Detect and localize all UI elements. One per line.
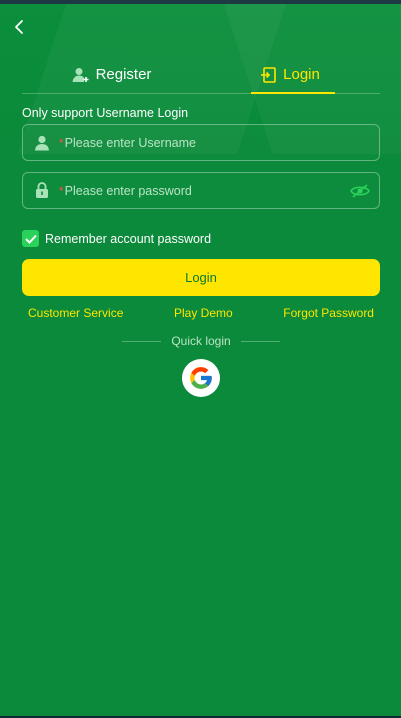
lock-icon bbox=[33, 182, 51, 200]
divider-line bbox=[122, 340, 162, 342]
tab-login-label: Login bbox=[283, 66, 320, 83]
remember-password[interactable]: Remember account password bbox=[22, 230, 211, 247]
google-login-button[interactable] bbox=[182, 359, 220, 397]
login-button[interactable]: Login bbox=[22, 259, 380, 296]
user-icon bbox=[33, 134, 51, 152]
login-hint: Only support Username Login bbox=[22, 106, 189, 120]
required-mark: * bbox=[59, 183, 64, 198]
user-add-icon bbox=[72, 67, 89, 82]
auth-tabs: Register Login bbox=[22, 56, 380, 94]
chevron-left-icon bbox=[15, 20, 23, 34]
quick-login-label: Quick login bbox=[171, 334, 231, 348]
quick-login-divider: Quick login bbox=[122, 334, 280, 348]
password-field[interactable]: * bbox=[22, 172, 380, 209]
checkmark-icon bbox=[24, 234, 37, 244]
google-icon bbox=[190, 367, 212, 389]
play-demo-link[interactable]: Play Demo bbox=[168, 306, 239, 320]
tab-login[interactable]: Login bbox=[201, 56, 380, 94]
required-mark: * bbox=[59, 135, 64, 150]
back-button[interactable] bbox=[8, 16, 30, 38]
remember-label: Remember account password bbox=[45, 231, 212, 246]
divider-line bbox=[240, 340, 280, 342]
customer-service-link[interactable]: Customer Service bbox=[22, 306, 129, 320]
hide-password-toggle[interactable] bbox=[349, 180, 371, 202]
eye-off-icon bbox=[350, 183, 370, 198]
username-input[interactable] bbox=[64, 135, 379, 150]
username-field[interactable]: * bbox=[22, 124, 380, 161]
tab-register[interactable]: Register bbox=[22, 56, 201, 93]
tab-register-label: Register bbox=[95, 66, 152, 83]
password-input[interactable] bbox=[64, 183, 349, 198]
forgot-password-link[interactable]: Forgot Password bbox=[277, 306, 380, 320]
auth-links: Customer Service Play Demo Forgot Passwo… bbox=[22, 306, 380, 320]
login-door-icon bbox=[261, 66, 276, 83]
remember-checkbox[interactable] bbox=[22, 230, 39, 247]
